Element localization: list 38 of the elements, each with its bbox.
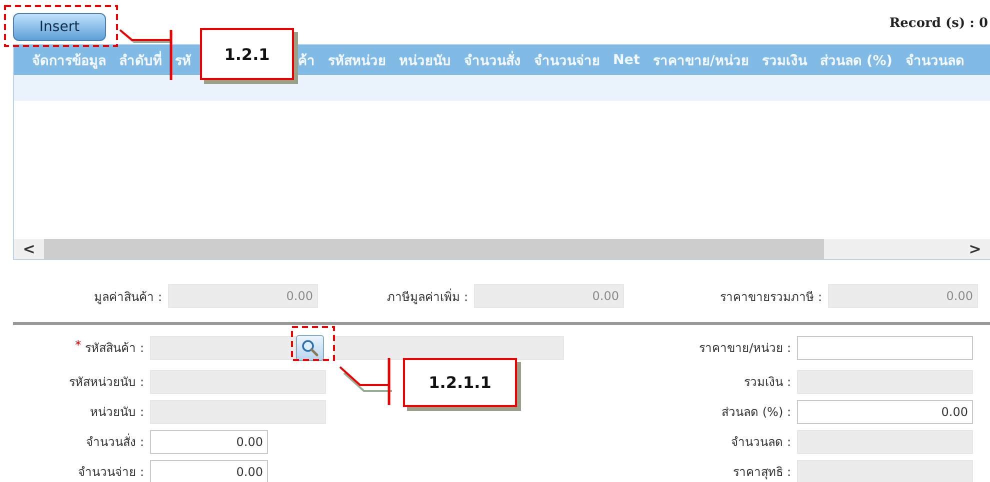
field-label: รวมเงิน : bbox=[743, 374, 791, 391]
scroll-left-button[interactable]: < bbox=[14, 240, 44, 258]
column-header[interactable]: จำนวนลด bbox=[905, 49, 964, 71]
column-header[interactable]: ราคาขาย/หน่วย bbox=[652, 49, 749, 71]
field-label: ภาษีมูลค่าเพิ่ม : bbox=[386, 288, 468, 306]
column-header[interactable]: จำนวนสั่ง bbox=[464, 49, 521, 71]
field-label: ส่วนลด (%) : bbox=[720, 404, 791, 421]
field-label: จำนวนลด : bbox=[730, 434, 791, 451]
horizontal-scrollbar[interactable]: < > bbox=[14, 239, 990, 259]
column-header[interactable]: ลำดับที่ bbox=[119, 49, 162, 71]
input-field[interactable]: 0.00 bbox=[150, 460, 268, 482]
column-header[interactable]: ค้า bbox=[298, 49, 315, 71]
column-header[interactable]: จำนวนจ่าย bbox=[534, 49, 600, 71]
column-header[interactable]: ส่วนลด (%) bbox=[820, 49, 892, 71]
column-header[interactable]: รหั bbox=[175, 49, 191, 71]
required-mark: * bbox=[75, 338, 82, 354]
input-field[interactable]: 0.00 bbox=[150, 430, 268, 454]
total-field[interactable]: 0.00 bbox=[474, 284, 624, 308]
record-count: Record (s) : 0 bbox=[889, 16, 988, 31]
field-label: ราคาขายรวมภาษี : bbox=[719, 288, 822, 306]
insert-button[interactable]: Insert bbox=[13, 13, 106, 41]
column-header[interactable]: รวมเงิน bbox=[762, 49, 807, 71]
total-field[interactable]: 0.00 bbox=[168, 284, 318, 308]
field-label: หน่วยนับ : bbox=[90, 404, 144, 421]
field-label: จำนวนจ่าย : bbox=[78, 464, 144, 481]
total-field[interactable]: 0.00 bbox=[828, 284, 978, 308]
field-label: รหัสหน่วยนับ : bbox=[69, 374, 144, 391]
column-header[interactable]: หน่วยนับ bbox=[399, 49, 451, 71]
column-header[interactable]: จัดการข้อมูล bbox=[32, 49, 106, 71]
field-label: รหัสสินค้า : bbox=[85, 340, 144, 357]
field-label: มูลค่าสินค้า : bbox=[93, 288, 162, 306]
input-field[interactable]: 0.00 bbox=[797, 400, 973, 424]
field-label: ราคาขาย/หน่วย : bbox=[698, 340, 791, 357]
column-header[interactable]: รหัสหน่วย bbox=[328, 49, 386, 71]
field-label: จำนวนสั่ง : bbox=[86, 432, 144, 451]
scroll-right-button[interactable]: > bbox=[960, 240, 990, 258]
column-header[interactable]: Net bbox=[613, 52, 640, 68]
field-label: ราคาสุทธิ : bbox=[732, 464, 791, 481]
